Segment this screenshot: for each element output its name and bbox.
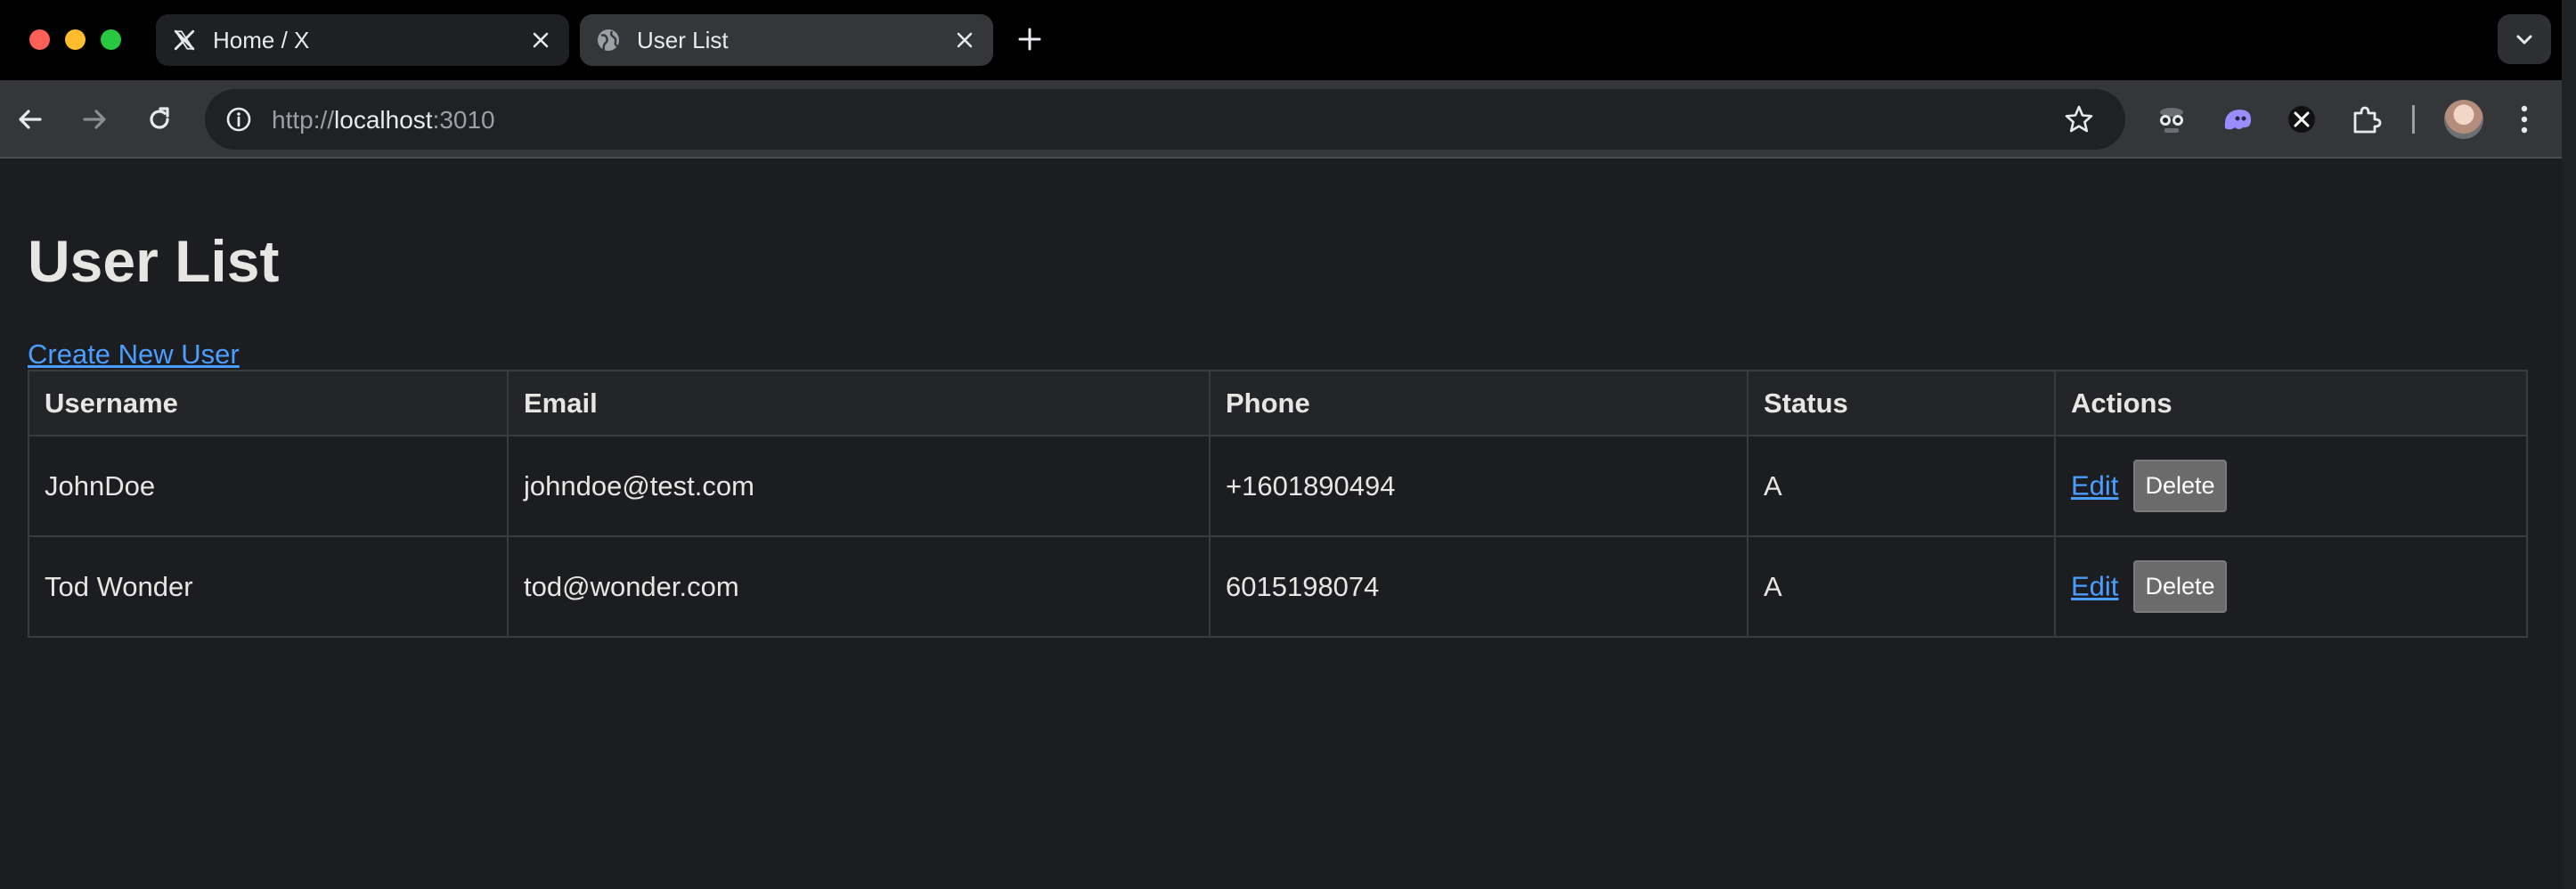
cell-status: A (1747, 435, 2056, 537)
x-extension-icon[interactable] (2284, 102, 2319, 137)
column-header-status: Status (1747, 370, 2056, 436)
reload-icon[interactable] (140, 100, 179, 139)
close-tab-icon[interactable] (952, 28, 977, 53)
kebab-menu-icon[interactable] (2507, 102, 2542, 137)
close-tab-icon[interactable] (528, 28, 553, 53)
puzzle-extensions-icon[interactable] (2348, 102, 2384, 137)
cell-actions: Edit Delete (2054, 535, 2528, 638)
tab-home-x[interactable]: Home / X (156, 14, 569, 66)
close-window-button[interactable] (29, 29, 50, 50)
tab-title: Home / X (213, 27, 310, 53)
url-text: http://localhost:3010 (272, 106, 495, 134)
edit-user-link[interactable]: Edit (2071, 571, 2118, 602)
spy-extension-icon[interactable] (2154, 102, 2189, 137)
page-title: User List (28, 228, 280, 294)
users-table: Username Email Phone Status Actions John… (28, 370, 2528, 638)
tab-search-chevron-icon[interactable] (2498, 14, 2551, 64)
table-row: Tod Wonder tod@wonder.com 6015198074 A E… (28, 535, 2528, 638)
table-row: JohnDoe johndoe@test.com +1601890494 A E… (28, 435, 2528, 537)
back-arrow-icon[interactable] (11, 100, 50, 139)
tab-user-list[interactable]: User List (580, 14, 993, 66)
cell-phone: 6015198074 (1209, 535, 1749, 638)
edit-user-link[interactable]: Edit (2071, 470, 2118, 502)
cell-phone: +1601890494 (1209, 435, 1749, 537)
column-header-username: Username (28, 370, 509, 436)
address-bar[interactable]: http://localhost:3010 (205, 89, 2125, 150)
page-content: User List Create New User Username Email… (0, 160, 2562, 889)
minimize-window-button[interactable] (65, 29, 86, 50)
globe-icon (596, 28, 621, 53)
cell-email: tod@wonder.com (507, 535, 1211, 638)
bookmark-star-icon[interactable] (2063, 103, 2095, 135)
new-tab-plus-icon[interactable] (1015, 25, 1044, 53)
cell-status: A (1747, 535, 2056, 638)
forward-arrow-icon[interactable] (75, 100, 114, 139)
create-new-user-link[interactable]: Create New User (28, 338, 240, 371)
cell-actions: Edit Delete (2054, 435, 2528, 537)
window-edge (2562, 0, 2576, 889)
tab-title: User List (637, 27, 729, 53)
cell-username: Tod Wonder (28, 535, 509, 638)
delete-user-button[interactable]: Delete (2133, 560, 2228, 613)
x-logo-icon (172, 28, 197, 53)
column-header-actions: Actions (2054, 370, 2528, 436)
browser-tab-strip: Home / X User List (0, 0, 2576, 80)
fullscreen-window-button[interactable] (101, 29, 121, 50)
toolbar-divider (2412, 105, 2415, 134)
delete-user-button[interactable]: Delete (2133, 460, 2228, 512)
table-header-row: Username Email Phone Status Actions (28, 370, 2528, 436)
column-header-phone: Phone (1209, 370, 1749, 436)
cell-username: JohnDoe (28, 435, 509, 537)
cell-email: johndoe@test.com (507, 435, 1211, 537)
column-header-email: Email (507, 370, 1211, 436)
browser-toolbar: http://localhost:3010 (0, 80, 2562, 159)
site-info-icon[interactable] (223, 103, 255, 135)
profile-avatar[interactable] (2444, 100, 2483, 139)
ghost-extension-icon[interactable] (2220, 102, 2255, 137)
